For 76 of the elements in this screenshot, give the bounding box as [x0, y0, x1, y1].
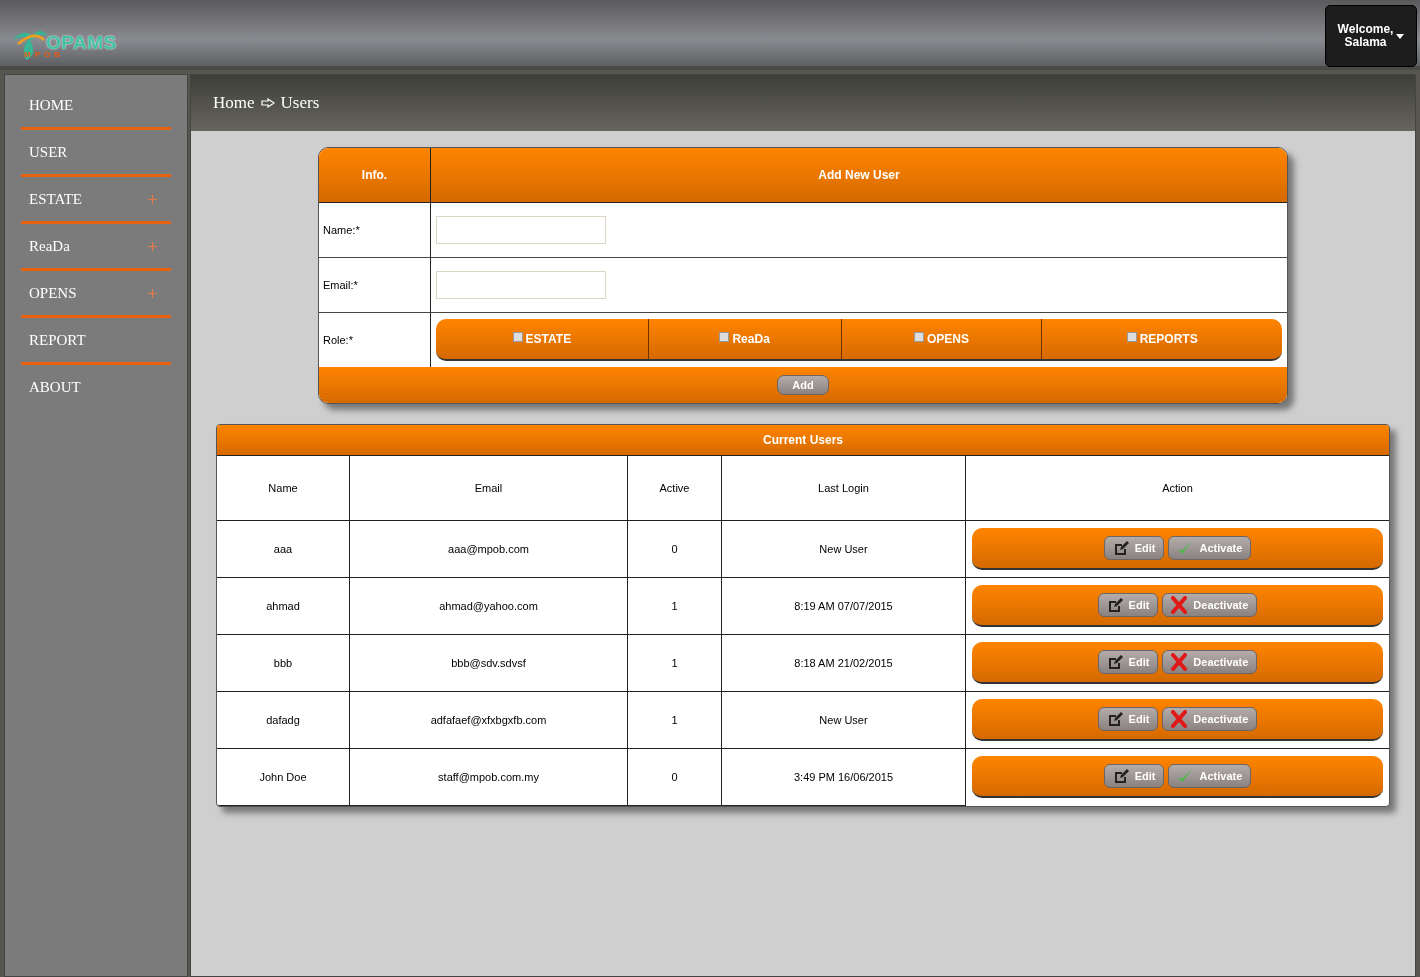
edit-icon	[1106, 597, 1123, 613]
plus-icon	[148, 288, 157, 298]
table-cell: 8:18 AM 21/02/2015	[722, 635, 966, 692]
table-cell: 1	[628, 578, 722, 635]
sidebar-item[interactable]: HOME	[21, 83, 171, 130]
sidebar-item[interactable]: OPENS	[21, 271, 171, 318]
cross-icon	[1171, 653, 1188, 671]
activate-button[interactable]: Activate	[1168, 764, 1252, 788]
role-label: ReaDa	[732, 332, 770, 346]
table-cell: 0	[628, 521, 722, 578]
table-cell: adfafaef@xfxbgxfb.com	[350, 692, 628, 749]
edit-icon	[1106, 654, 1123, 670]
table-cell: aaa@mpob.com	[350, 521, 628, 578]
cross-icon	[1171, 710, 1188, 728]
edit-button[interactable]: Edit	[1103, 764, 1165, 788]
sidebar-item[interactable]: REPORT	[21, 318, 171, 365]
role-label: OPENS	[926, 332, 969, 346]
form-title: Add New User	[431, 148, 1287, 203]
sidebar-item[interactable]: ABOUT	[21, 365, 171, 409]
table-cell: ahmad@yahoo.com	[350, 578, 628, 635]
user-menu-button[interactable]: Welcome, Salama	[1325, 5, 1417, 67]
edit-icon	[1112, 768, 1129, 784]
logo-subtext: MPOB	[24, 50, 64, 59]
sidebar-item[interactable]: USER	[21, 130, 171, 177]
table-cell: New User	[722, 692, 966, 749]
field-label: Email:*	[319, 258, 431, 313]
table-cell: aaa	[217, 521, 350, 578]
breadcrumb-link[interactable]: Users	[280, 93, 320, 113]
edit-button[interactable]: Edit	[1103, 536, 1165, 560]
table-cell: bbb	[217, 635, 350, 692]
breadcrumb-link[interactable]: Home	[213, 93, 255, 113]
table-cell: staff@mpob.com.my	[350, 749, 628, 806]
field-label: Name:*	[319, 203, 431, 258]
edit-icon	[1106, 711, 1123, 727]
sidebar-item[interactable]: ESTATE	[21, 177, 171, 224]
input-field[interactable]	[436, 216, 606, 244]
role-checkbox[interactable]	[719, 332, 730, 342]
role-checkbox[interactable]	[1126, 332, 1137, 342]
caret-icon	[1396, 34, 1405, 39]
sidebar-item[interactable]: ReaDa	[21, 224, 171, 271]
table-cell: 1	[628, 692, 722, 749]
column-header: Action	[966, 456, 1389, 521]
table-cell: bbb@sdv.sdvsf	[350, 635, 628, 692]
role-label: ESTATE	[525, 332, 572, 346]
column-header: Email	[350, 456, 628, 521]
table-cell: dafadg	[217, 692, 350, 749]
add-button[interactable]: Add	[777, 375, 829, 395]
arrow-icon	[260, 98, 275, 108]
edit-button[interactable]: Edit	[1097, 593, 1159, 617]
column-header: Active	[628, 456, 722, 521]
role-label: REPORTS	[1139, 332, 1198, 346]
plus-icon	[148, 241, 157, 251]
table-cell: 0	[628, 749, 722, 806]
deactivate-button[interactable]: Deactivate	[1162, 707, 1258, 731]
table-cell: New User	[722, 521, 966, 578]
deactivate-button[interactable]: Deactivate	[1162, 650, 1258, 674]
column-header: Info.	[319, 148, 431, 203]
plus-icon	[148, 194, 157, 204]
table-cell: 8:19 AM 07/07/2015	[722, 578, 966, 635]
input-field[interactable]	[436, 271, 606, 299]
activate-button[interactable]: Activate	[1168, 536, 1252, 560]
cross-icon	[1171, 596, 1188, 614]
edit-button[interactable]: Edit	[1097, 707, 1159, 731]
table-cell: John Doe	[217, 749, 350, 806]
table-cell: ahmad	[217, 578, 350, 635]
table-cell: 3:49 PM 16/06/2015	[722, 749, 966, 806]
deactivate-button[interactable]: Deactivate	[1162, 593, 1258, 617]
logo-text: OPAMS	[46, 32, 117, 53]
edit-button[interactable]: Edit	[1097, 650, 1159, 674]
role-checkbox[interactable]	[512, 332, 523, 342]
table-cell: 1	[628, 635, 722, 692]
edit-icon	[1112, 540, 1129, 556]
column-header: Last Login	[722, 456, 966, 521]
table-title: Current Users	[217, 425, 1389, 456]
column-header: Name	[217, 456, 350, 521]
role-checkbox[interactable]	[913, 332, 924, 342]
